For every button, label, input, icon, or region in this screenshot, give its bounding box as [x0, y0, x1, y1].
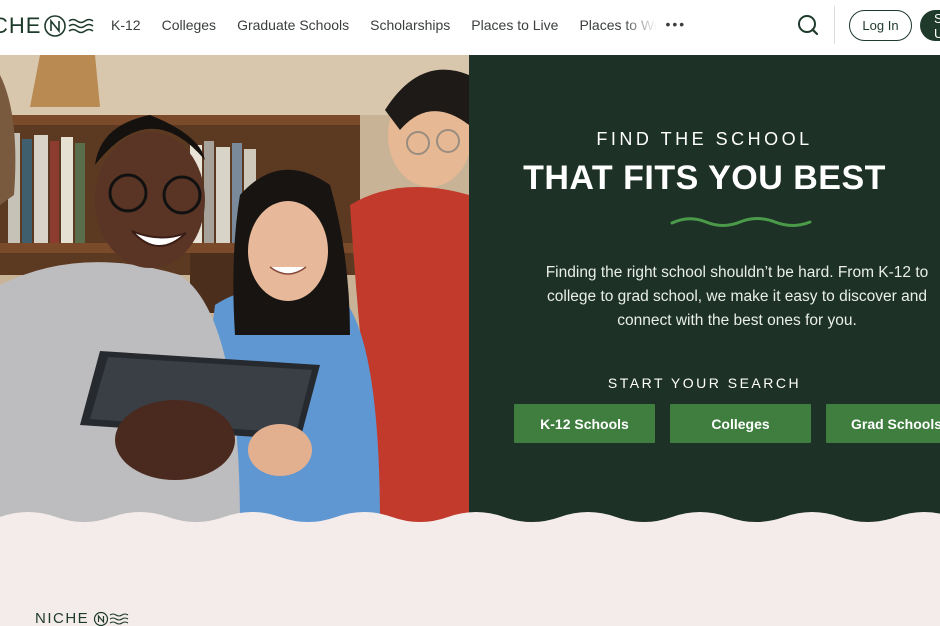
grad-schools-button[interactable]: Grad Schools — [826, 404, 940, 443]
niche-logo-icon — [94, 611, 129, 626]
footer-logo-text: NICHE — [35, 610, 90, 626]
hero-description: Finding the right school shouldn’t be ha… — [545, 264, 929, 329]
hero-eyebrow: FIND THE SCHOOL — [596, 129, 813, 149]
site-header: NICHE K-12 Colleges Graduate Schools Sch… — [0, 0, 940, 55]
search-icon — [798, 15, 819, 36]
hero-photo — [0, 55, 469, 525]
squiggle-divider — [670, 217, 812, 227]
wave-divider — [0, 512, 940, 530]
students-photo-illustration — [0, 55, 469, 525]
nav-places-to-live[interactable]: Places to Live — [471, 16, 558, 34]
main-nav: K-12 Colleges Graduate Schools Scholarsh… — [111, 16, 686, 34]
k12-schools-button[interactable]: K-12 Schools — [514, 404, 655, 443]
nav-k12[interactable]: K-12 — [111, 16, 141, 34]
niche-logo-icon — [44, 15, 94, 37]
hero-panel: FIND THE SCHOOL THAT FITS YOU BEST Findi… — [469, 55, 940, 525]
nav-places-to-work[interactable]: Places to Work — [579, 16, 658, 34]
colleges-button[interactable]: Colleges — [670, 404, 811, 443]
login-button[interactable]: Log In — [849, 10, 912, 41]
niche-logo[interactable]: NICHE — [0, 12, 95, 40]
nav-graduate-schools[interactable]: Graduate Schools — [237, 16, 349, 34]
logo-text: NICHE — [0, 13, 42, 38]
signup-button[interactable]: Sign Up — [920, 10, 940, 41]
search-button[interactable] — [795, 12, 821, 38]
footer-logo[interactable]: NICHE — [35, 610, 137, 626]
hero-headline: THAT FITS YOU BEST — [523, 159, 886, 197]
more-dots-icon[interactable]: ••• — [665, 16, 686, 32]
header-divider — [834, 6, 835, 44]
nav-colleges[interactable]: Colleges — [162, 16, 216, 34]
nav-scholarships[interactable]: Scholarships — [370, 16, 450, 34]
start-search-label: START YOUR SEARCH — [607, 375, 802, 391]
